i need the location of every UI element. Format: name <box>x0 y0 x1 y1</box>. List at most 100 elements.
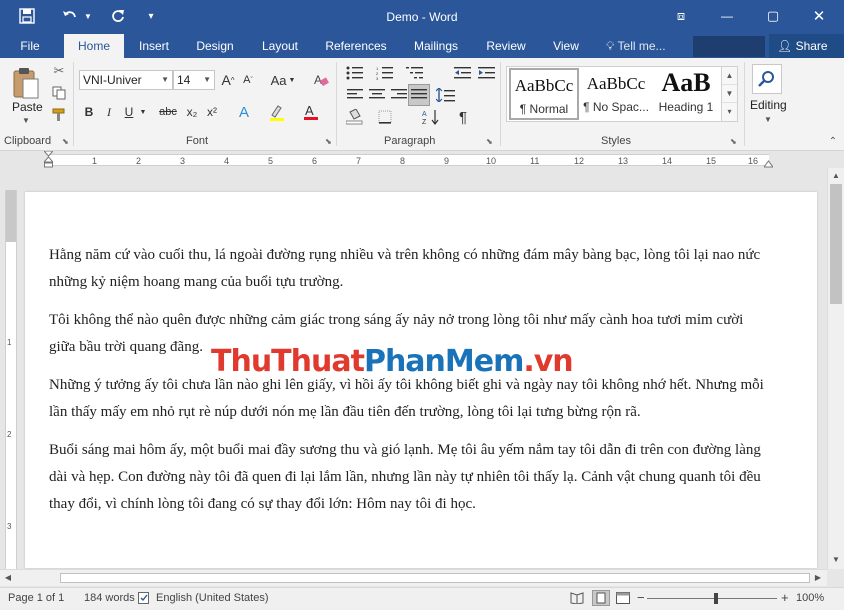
tab-insert[interactable]: Insert <box>132 34 176 58</box>
line-spacing-icon[interactable] <box>434 86 458 104</box>
language[interactable]: English (United States) <box>156 592 269 604</box>
scrollbar-thumb[interactable] <box>830 184 842 304</box>
read-mode-icon[interactable] <box>570 592 584 607</box>
paragraph-launcher-icon[interactable]: ⬊ <box>486 137 493 146</box>
indent-marker[interactable] <box>42 150 55 168</box>
paste-dropdown-icon[interactable]: ▼ <box>22 116 30 125</box>
strikethrough-button[interactable]: abc <box>156 102 180 122</box>
print-layout-icon[interactable] <box>592 590 610 606</box>
ruler-number: 8 <box>400 156 406 166</box>
svg-text:3: 3 <box>376 76 379 80</box>
justify-icon[interactable] <box>408 84 430 106</box>
align-left-icon[interactable] <box>344 86 366 104</box>
increase-indent-icon[interactable] <box>476 64 498 82</box>
format-painter-icon[interactable] <box>50 106 68 124</box>
tab-references[interactable]: References <box>322 34 390 58</box>
shading-icon[interactable] <box>344 108 366 126</box>
paste-icon[interactable] <box>10 64 42 102</box>
word-count[interactable]: 184 words <box>84 592 135 604</box>
align-center-icon[interactable] <box>366 86 388 104</box>
sort-icon[interactable]: AZ <box>420 108 442 126</box>
account-area[interactable] <box>693 36 765 57</box>
scroll-down-icon[interactable]: ▼ <box>828 552 844 568</box>
bold-button[interactable]: B <box>80 102 98 122</box>
style-name: ¶ No Spac... <box>583 100 649 114</box>
scroll-up-icon[interactable]: ▲ <box>828 168 844 184</box>
paragraph[interactable]: Những ý tưởng ấy tôi chưa lần nào ghi lê… <box>49 372 771 426</box>
styles-gallery-scroll: ▲ ▼ ▾ <box>722 66 738 122</box>
underline-button[interactable]: U <box>120 102 138 122</box>
ribbon-tabs: File Home Insert Design Layout Reference… <box>0 34 844 58</box>
gallery-up-icon[interactable]: ▲ <box>722 67 737 85</box>
scrollbar-thumb[interactable] <box>60 573 810 583</box>
highlight-icon[interactable] <box>266 102 288 122</box>
zoom-out-button[interactable]: − <box>637 590 645 605</box>
zoom-slider-thumb[interactable] <box>714 593 718 604</box>
numbering-icon[interactable]: 123 <box>374 64 396 82</box>
gallery-more-icon[interactable]: ▾ <box>722 103 737 121</box>
zoom-level[interactable]: 100% <box>796 592 824 604</box>
subscript-button[interactable]: x₂ <box>183 102 201 122</box>
decrease-indent-icon[interactable] <box>452 64 474 82</box>
align-right-icon[interactable] <box>388 86 410 104</box>
editing-label[interactable]: Editing <box>750 98 787 112</box>
show-formatting-icon[interactable]: ¶ <box>452 108 474 126</box>
paste-label[interactable]: Paste <box>12 100 43 114</box>
multilevel-list-icon[interactable] <box>404 64 426 82</box>
font-launcher-icon[interactable]: ⬊ <box>325 137 332 146</box>
bullets-icon[interactable] <box>344 64 366 82</box>
change-case-icon[interactable]: Aa ▼ <box>268 70 298 90</box>
tab-layout[interactable]: Layout <box>254 34 306 58</box>
scroll-right-icon[interactable]: ▶ <box>810 570 826 586</box>
style-no-spacing[interactable]: AaBbCc ¶ No Spac... <box>581 68 651 120</box>
editing-dropdown-icon[interactable]: ▼ <box>764 115 772 124</box>
cut-icon[interactable]: ✂ <box>50 62 68 80</box>
close-button[interactable]: ✕ <box>804 4 834 28</box>
paragraph[interactable]: Buổi sáng mai hôm ấy, một buổi mai đầy s… <box>49 437 771 518</box>
font-size-select[interactable]: 14 ▼ <box>173 70 215 90</box>
tab-view[interactable]: View <box>546 34 586 58</box>
scroll-left-icon[interactable]: ◀ <box>0 570 16 586</box>
svg-text:Z: Z <box>422 119 427 125</box>
right-indent-marker[interactable] <box>763 157 774 168</box>
horizontal-scrollbar[interactable]: ◀ ▶ <box>0 569 827 586</box>
ruler-track[interactable]: 1 2 3 4 5 6 7 8 9 10 11 12 13 14 15 16 <box>48 154 769 166</box>
copy-icon[interactable] <box>50 84 68 102</box>
gallery-down-icon[interactable]: ▼ <box>722 85 737 103</box>
styles-launcher-icon[interactable]: ⬊ <box>730 137 737 146</box>
paragraph[interactable]: Hằng năm cứ vào cuối thu, lá ngoài đường… <box>49 242 771 296</box>
zoom-in-button[interactable]: + <box>781 590 789 605</box>
document-body[interactable]: Hằng năm cứ vào cuối thu, lá ngoài đường… <box>49 242 771 529</box>
web-layout-icon[interactable] <box>616 592 630 607</box>
style-normal[interactable]: AaBbCc ¶ Normal <box>509 68 579 120</box>
underline-dropdown-icon[interactable]: ▼ <box>138 102 148 122</box>
zoom-slider-track[interactable] <box>647 598 777 599</box>
tab-design[interactable]: Design <box>190 34 240 58</box>
search-icon[interactable] <box>752 64 782 94</box>
font-name-select[interactable]: VNI-Univer ▼ <box>79 70 173 90</box>
page-count[interactable]: Page 1 of 1 <box>8 592 64 604</box>
tab-mailings[interactable]: Mailings <box>406 34 466 58</box>
tell-me-search[interactable]: 💡︎ Tell me... <box>606 34 666 58</box>
ribbon-display-options-icon[interactable]: ⧈ <box>666 4 696 28</box>
grow-font-icon[interactable]: A ^ <box>219 70 237 90</box>
italic-button[interactable]: I <box>100 102 118 122</box>
restore-button[interactable]: ▢ <box>758 4 788 28</box>
style-heading-1[interactable]: AaB Heading 1 <box>651 68 721 120</box>
superscript-button[interactable]: x² <box>203 102 221 122</box>
tab-home[interactable]: Home <box>64 34 124 58</box>
tab-review[interactable]: Review <box>480 34 532 58</box>
proofing-icon[interactable] <box>138 592 150 607</box>
share-button[interactable]: 👤︎ Share <box>769 34 844 58</box>
document-page[interactable]: Hằng năm cứ vào cuối thu, lá ngoài đường… <box>25 192 817 568</box>
clear-formatting-icon[interactable]: A <box>310 70 332 90</box>
borders-icon[interactable] <box>374 108 396 126</box>
shrink-font-icon[interactable]: Aˇ <box>239 70 257 90</box>
minimize-button[interactable]: — <box>712 4 742 28</box>
collapse-ribbon-icon[interactable]: ⌃ <box>826 134 840 148</box>
tab-file[interactable]: File <box>12 34 48 58</box>
font-color-icon[interactable]: A <box>300 102 322 122</box>
text-effects-icon[interactable]: A <box>233 102 255 122</box>
clipboard-launcher-icon[interactable]: ⬊ <box>62 137 69 146</box>
vertical-scrollbar[interactable]: ▲ ▼ <box>827 168 844 569</box>
